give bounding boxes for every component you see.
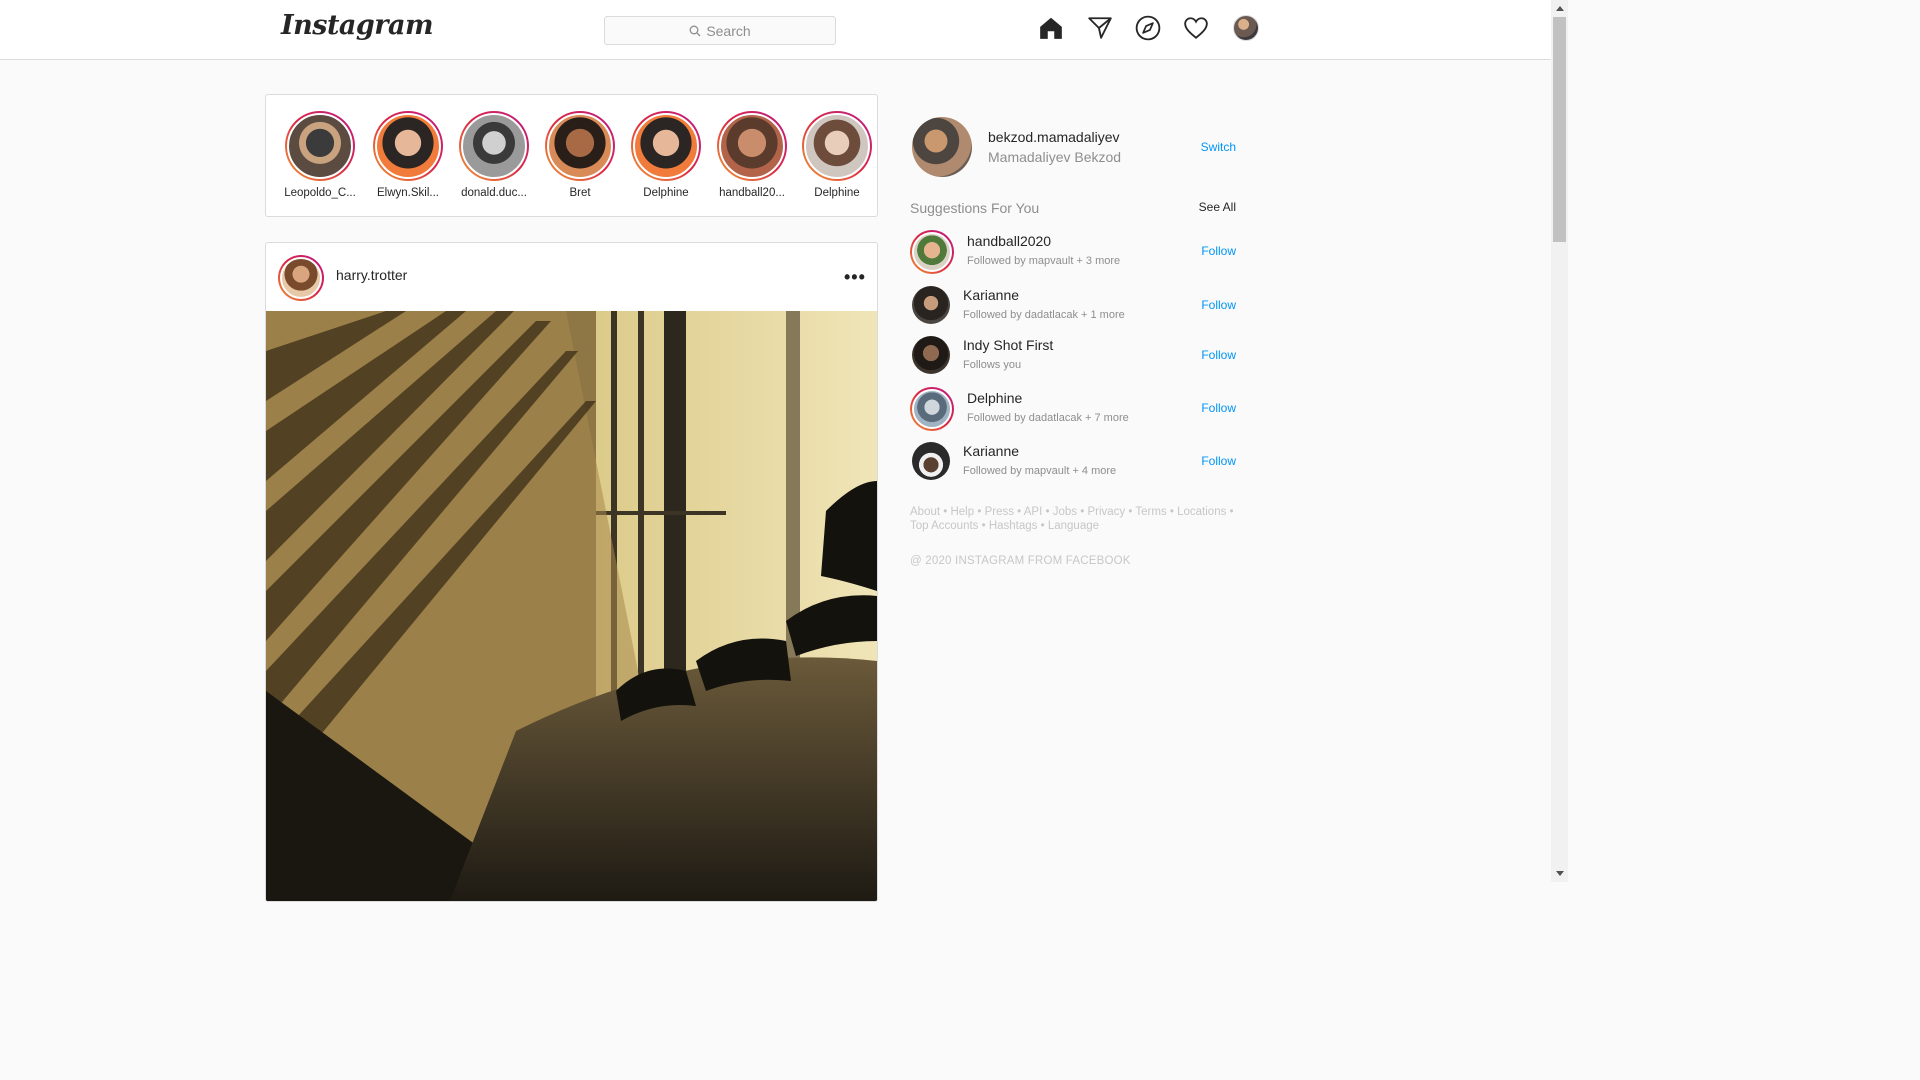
story-ring: [285, 111, 355, 181]
suggestion-item: Karianne Followed by dadatlacak + 1 more…: [910, 284, 1240, 330]
suggestions-title: Suggestions For You: [910, 200, 1040, 216]
story-avatar: [461, 113, 527, 179]
suggestion-avatar[interactable]: [912, 336, 950, 374]
story-ring: [717, 111, 787, 181]
current-user-card: bekzod.mamadaliyev Mamadaliyev Bekzod Sw…: [910, 115, 1240, 179]
post-image[interactable]: [266, 311, 877, 901]
story-item[interactable]: Bret: [538, 111, 622, 199]
story-username: Leopoldo_C...: [284, 187, 356, 199]
home-icon[interactable]: [1037, 14, 1065, 42]
story-item[interactable]: donald.duc...: [452, 111, 536, 199]
story-avatar: [719, 113, 785, 179]
suggestion-avatar[interactable]: [910, 230, 954, 274]
suggestion-username[interactable]: handball2020: [967, 233, 1051, 249]
top-navigation-bar: Instagram Search: [0, 0, 1551, 60]
story-item[interactable]: Delphine: [795, 111, 879, 199]
story-ring: [631, 111, 701, 181]
current-user-username[interactable]: bekzod.mamadaliyev: [988, 129, 1120, 145]
current-user-avatar[interactable]: [912, 117, 972, 177]
suggestion-username[interactable]: Indy Shot First: [963, 337, 1053, 353]
suggestion-username[interactable]: Karianne: [963, 443, 1019, 459]
follow-button[interactable]: Follow: [1201, 298, 1236, 312]
search-icon: [689, 25, 701, 36]
scroll-up-arrow-icon[interactable]: [1551, 0, 1568, 17]
direct-icon[interactable]: [1086, 14, 1114, 42]
footer-link-jobs[interactable]: Jobs: [1053, 506, 1077, 518]
story-item[interactable]: Elwyn.Skil...: [366, 111, 450, 199]
feed-post: harry.trotter •••: [265, 242, 878, 902]
story-avatar: [287, 113, 353, 179]
story-ring: [545, 111, 615, 181]
story-ring: [802, 111, 872, 181]
suggestion-item: Karianne Followed by mapvault + 4 more F…: [910, 440, 1240, 486]
suggestion-avatar[interactable]: [912, 286, 950, 324]
search-input[interactable]: Search: [604, 16, 836, 45]
story-username: Bret: [569, 187, 591, 199]
switch-account-button[interactable]: Switch: [1201, 140, 1236, 154]
suggestion-item: Delphine Followed by dadatlacak + 7 more…: [910, 387, 1240, 433]
story-username: Elwyn.Skil...: [377, 187, 439, 199]
more-options-icon[interactable]: •••: [844, 267, 866, 288]
story-ring: [459, 111, 529, 181]
suggestion-avatar[interactable]: [910, 387, 954, 431]
suggestion-subtitle: Followed by mapvault + 4 more: [963, 465, 1117, 477]
footer-links: About • Help • Press • API • Jobs • Priv…: [910, 506, 1234, 532]
suggestion-username[interactable]: Karianne: [963, 287, 1019, 303]
activity-heart-icon[interactable]: [1182, 14, 1210, 42]
story-item[interactable]: Delphine: [624, 111, 708, 199]
story-username: Delphine: [643, 187, 689, 199]
post-header: harry.trotter •••: [266, 243, 877, 311]
story-item[interactable]: handball20...: [710, 111, 794, 199]
explore-icon[interactable]: [1134, 14, 1162, 42]
footer-link-locations[interactable]: Locations: [1177, 506, 1226, 518]
suggestion-subtitle: Followed by mapvault + 3 more: [967, 255, 1121, 267]
footer-link-top-accounts[interactable]: Top Accounts: [910, 520, 978, 532]
follow-button[interactable]: Follow: [1201, 401, 1236, 415]
suggestions-header: Suggestions For You See All: [910, 200, 1240, 216]
story-ring: [373, 111, 443, 181]
post-author-username[interactable]: harry.trotter: [336, 267, 407, 283]
suggestion-subtitle: Followed by dadatlacak + 1 more: [963, 309, 1125, 321]
post-author-avatar[interactable]: [278, 255, 324, 301]
suggestion-item: handball2020 Followed by mapvault + 3 mo…: [910, 230, 1240, 276]
suggestion-username[interactable]: Delphine: [967, 390, 1022, 406]
follow-button[interactable]: Follow: [1201, 454, 1236, 468]
footer-link-terms[interactable]: Terms: [1135, 506, 1166, 518]
footer-link-about[interactable]: About: [910, 506, 940, 518]
story-avatar: [804, 113, 870, 179]
stories-tray: Leopoldo_C... Elwyn.Skil... donald.duc..…: [265, 94, 878, 217]
story-avatar: [375, 113, 441, 179]
story-username: donald.duc...: [461, 187, 527, 199]
scroll-down-arrow-icon[interactable]: [1551, 865, 1568, 882]
footer-link-help[interactable]: Help: [950, 506, 974, 518]
instagram-logo[interactable]: Instagram: [281, 10, 434, 41]
footer-link-privacy[interactable]: Privacy: [1087, 506, 1125, 518]
follow-button[interactable]: Follow: [1201, 348, 1236, 362]
current-user-fullname: Mamadaliyev Bekzod: [988, 149, 1122, 165]
suggestion-subtitle: Follows you: [963, 359, 1022, 371]
search-placeholder: Search: [706, 22, 751, 39]
footer-link-api[interactable]: API: [1024, 506, 1043, 518]
page-scrollbar[interactable]: [1551, 0, 1568, 882]
footer-link-press[interactable]: Press: [985, 506, 1014, 518]
scrollbar-thumb[interactable]: [1553, 17, 1566, 242]
story-item[interactable]: Leopoldo_C...: [278, 111, 362, 199]
story-avatar: [547, 113, 613, 179]
footer-link-hashtags[interactable]: Hashtags: [989, 520, 1038, 532]
story-avatar: [633, 113, 699, 179]
story-username: Delphine: [814, 187, 860, 199]
suggestion-item: Indy Shot First Follows you Follow: [910, 334, 1240, 380]
copyright-text: @ 2020 INSTAGRAM FROM FACEBOOK: [910, 555, 1131, 567]
profile-avatar[interactable]: [1233, 15, 1259, 41]
suggestion-subtitle: Followed by dadatlacak + 7 more: [967, 412, 1129, 424]
footer-link-language[interactable]: Language: [1048, 520, 1099, 532]
follow-button[interactable]: Follow: [1201, 244, 1236, 258]
suggestion-avatar[interactable]: [912, 442, 950, 480]
story-username: handball20...: [719, 187, 785, 199]
post-photo-art: [266, 311, 877, 901]
see-all-link[interactable]: See All: [1199, 200, 1236, 214]
